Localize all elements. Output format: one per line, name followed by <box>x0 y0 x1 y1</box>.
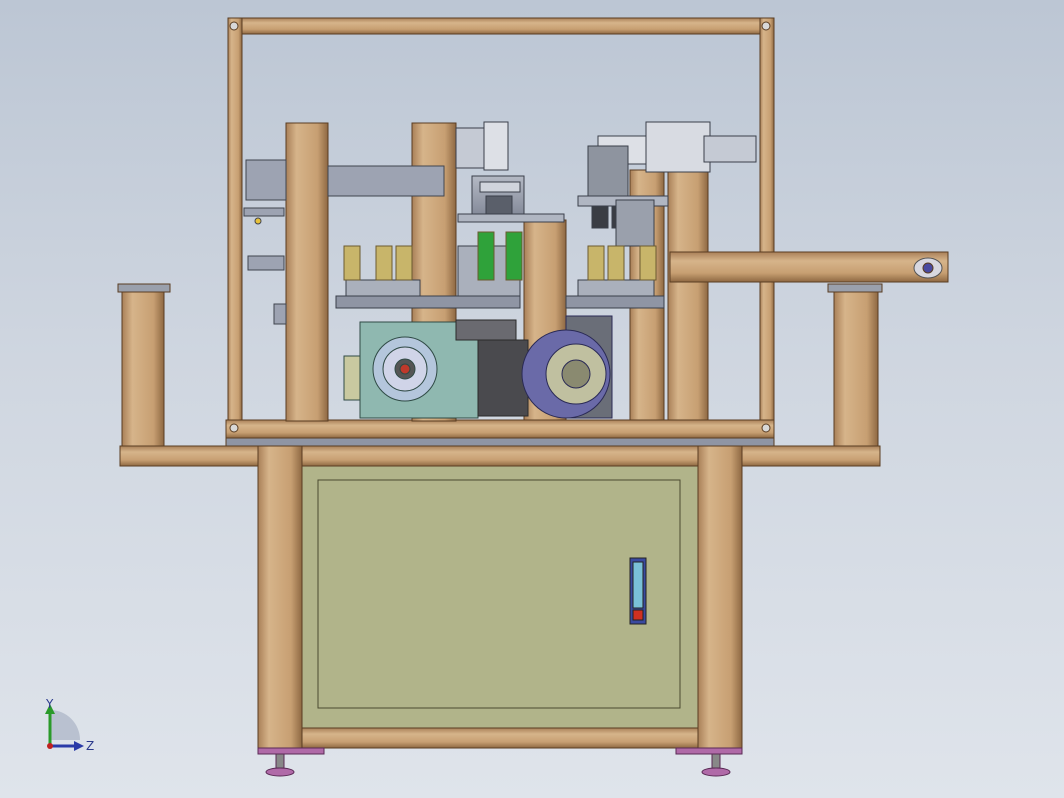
y-axis-label: Y <box>45 697 54 711</box>
cabinet <box>257 445 743 749</box>
z-arrow-icon <box>74 741 84 751</box>
machine-drawing[interactable] <box>0 0 1064 798</box>
left-actuator <box>455 121 565 223</box>
triad-plane <box>50 710 80 740</box>
side-conveyor <box>669 251 949 283</box>
leveling-feet <box>257 747 743 777</box>
view-orientation-triad: Y Z <box>45 697 94 753</box>
cad-viewport[interactable]: Y Z <box>0 0 1064 798</box>
right-actuator <box>577 121 757 247</box>
cabinet-level-gauge <box>629 557 647 625</box>
z-axis-label: Z <box>86 739 94 753</box>
x-axis-dot <box>47 743 53 749</box>
